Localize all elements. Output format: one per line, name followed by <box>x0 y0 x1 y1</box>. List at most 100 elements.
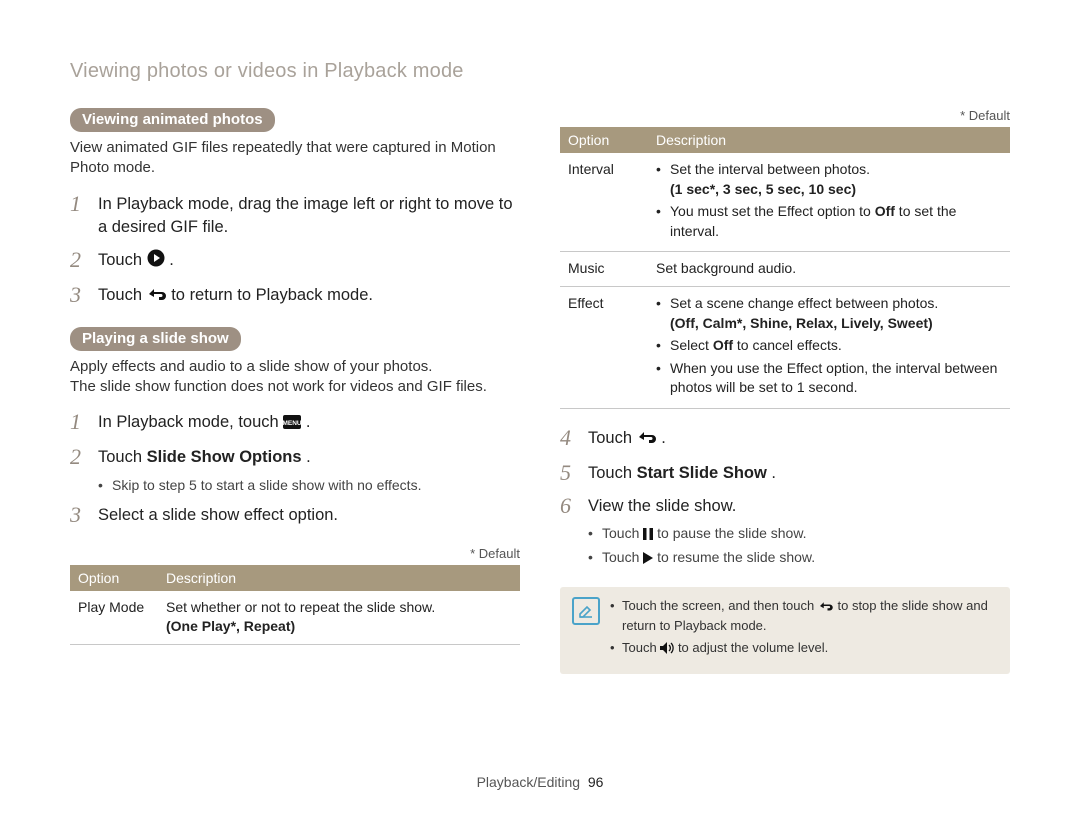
content-columns: Viewing animated photos View animated GI… <box>70 108 1010 674</box>
table-row: Play Mode Set whether or not to repeat t… <box>70 591 520 645</box>
step-text: . <box>169 251 174 269</box>
step-text: Touch <box>588 464 637 482</box>
step-item: Touch Slide Show Options . Skip to step … <box>70 446 520 494</box>
sub-text: Touch <box>602 525 643 541</box>
speaker-icon <box>660 641 674 659</box>
step-item: Touch . <box>70 249 520 274</box>
step-bold: Start Slide Show <box>637 464 767 482</box>
desc-text: You must set the Effect option to <box>670 203 875 219</box>
intro-line: Apply effects and audio to a slide show … <box>70 358 432 375</box>
intro-line: The slide show function does not work fo… <box>70 378 487 395</box>
step-item: Touch Start Slide Show . <box>560 462 1010 485</box>
sub-list: Skip to step 5 to start a slide show wit… <box>98 476 520 495</box>
sub-text: Touch <box>602 549 643 565</box>
note-item: Touch to adjust the volume level. <box>610 639 996 659</box>
step-bold: Slide Show Options <box>147 448 302 466</box>
sub-item: Skip to step 5 to start a slide show wit… <box>98 476 520 495</box>
step-text: Touch <box>98 448 147 466</box>
step-item: In Playback mode, touch MENU . <box>70 411 520 436</box>
sub-item: Touch to resume the slide show. <box>588 548 1010 569</box>
option-name: Interval <box>560 153 648 252</box>
menu-icon: MENU <box>283 413 301 436</box>
step-text: In Playback mode, touch <box>98 413 283 431</box>
step-text: . <box>661 429 666 447</box>
note-box: Touch the screen, and then touch to stop… <box>560 587 1010 674</box>
sub-text: to pause the slide show. <box>657 525 806 541</box>
note-badge-icon <box>572 597 600 625</box>
desc-bold: Off <box>713 337 733 353</box>
default-note: * Default <box>560 108 1010 123</box>
desc-text: Set a scene change effect between photos… <box>670 295 938 311</box>
step-text: Touch <box>98 251 147 269</box>
option-desc: Set whether or not to repeat the slide s… <box>158 591 520 645</box>
step-text: Touch <box>588 429 637 447</box>
desc-item: Select Off to cancel effects. <box>656 336 1002 356</box>
table-row: Effect Set a scene change effect between… <box>560 286 1010 408</box>
svg-text:MENU: MENU <box>283 420 301 427</box>
note-list: Touch the screen, and then touch to stop… <box>610 597 996 660</box>
table-header-option: Option <box>560 127 648 153</box>
page-number: 96 <box>588 774 604 790</box>
table-row: Interval Set the interval between photos… <box>560 153 1010 252</box>
intro-text: View animated GIF files repeatedly that … <box>70 138 520 179</box>
step-text: to return to Playback mode. <box>171 286 373 304</box>
intro-text: Apply effects and audio to a slide show … <box>70 357 520 398</box>
step-text: Touch <box>98 286 147 304</box>
options-table-playmode: Option Description Play Mode Set whether… <box>70 565 520 645</box>
desc-values: (1 sec*, 3 sec, 5 sec, 10 sec) <box>670 181 856 197</box>
desc-list: Set the interval between photos. (1 sec*… <box>656 160 1002 241</box>
back-arrow-icon <box>818 599 834 617</box>
step-text: View the slide show. <box>588 497 736 515</box>
pause-icon <box>643 526 653 545</box>
desc-values: (Off, Calm*, Shine, Relax, Lively, Sweet… <box>670 315 933 331</box>
step-text: . <box>306 448 311 466</box>
option-name: Play Mode <box>70 591 158 645</box>
page-footer: Playback/Editing 96 <box>0 774 1080 790</box>
footer-section: Playback/Editing <box>477 774 581 790</box>
table-row: Music Set background audio. <box>560 252 1010 287</box>
desc-text: Set the interval between photos. <box>670 161 870 177</box>
desc-list: Set a scene change effect between photos… <box>656 294 1002 398</box>
desc-text: to cancel effects. <box>733 337 842 353</box>
left-column: Viewing animated photos View animated GI… <box>70 108 520 674</box>
desc-values: (One Play*, Repeat) <box>166 618 295 634</box>
steps-animated-photos: In Playback mode, drag the image left or… <box>70 193 520 309</box>
step-text: . <box>306 413 311 431</box>
play-triangle-icon <box>643 550 653 569</box>
table-header-description: Description <box>648 127 1010 153</box>
desc-item: Set a scene change effect between photos… <box>656 294 1002 333</box>
back-arrow-icon <box>637 429 657 452</box>
step-item: Touch . <box>560 427 1010 452</box>
right-column: * Default Option Description Interval <box>560 108 1010 674</box>
section-heading-slideshow: Playing a slide show <box>70 327 241 351</box>
options-table-effects: Option Description Interval Set the inte… <box>560 127 1010 409</box>
desc-item: You must set the Effect option to Off to… <box>656 202 1002 241</box>
desc-text: Set whether or not to repeat the slide s… <box>166 599 435 615</box>
option-desc: Set the interval between photos. (1 sec*… <box>648 153 1010 252</box>
step-text: . <box>771 464 776 482</box>
manual-page: Viewing photos or videos in Playback mod… <box>0 0 1080 815</box>
sub-item: Touch to pause the slide show. <box>588 524 1010 545</box>
desc-item: Set the interval between photos. (1 sec*… <box>656 160 1002 199</box>
steps-slideshow-setup: In Playback mode, touch MENU . Touch Sli… <box>70 411 520 527</box>
page-title: Viewing photos or videos in Playback mod… <box>70 60 1010 83</box>
step-item: In Playback mode, drag the image left or… <box>70 193 520 239</box>
back-arrow-icon <box>147 286 167 309</box>
play-circle-icon <box>147 249 165 274</box>
note-text: to adjust the volume level. <box>678 640 828 655</box>
section-heading-viewing-animated: Viewing animated photos <box>70 108 275 132</box>
option-desc: Set a scene change effect between photos… <box>648 286 1010 408</box>
note-text: Touch the screen, and then touch <box>622 598 818 613</box>
desc-item: When you use the Effect option, the inte… <box>656 359 1002 398</box>
step-item: Select a slide show effect option. <box>70 504 520 527</box>
table-header-description: Description <box>158 565 520 591</box>
note-text: Touch <box>622 640 660 655</box>
note-item: Touch the screen, and then touch to stop… <box>610 597 996 635</box>
desc-text: Select <box>670 337 713 353</box>
option-name: Music <box>560 252 648 287</box>
option-name: Effect <box>560 286 648 408</box>
desc-bold: Off <box>875 203 895 219</box>
default-note: * Default <box>70 546 520 561</box>
step-item: Touch to return to Playback mode. <box>70 284 520 309</box>
step-item: View the slide show. Touch to pause the … <box>560 495 1010 569</box>
